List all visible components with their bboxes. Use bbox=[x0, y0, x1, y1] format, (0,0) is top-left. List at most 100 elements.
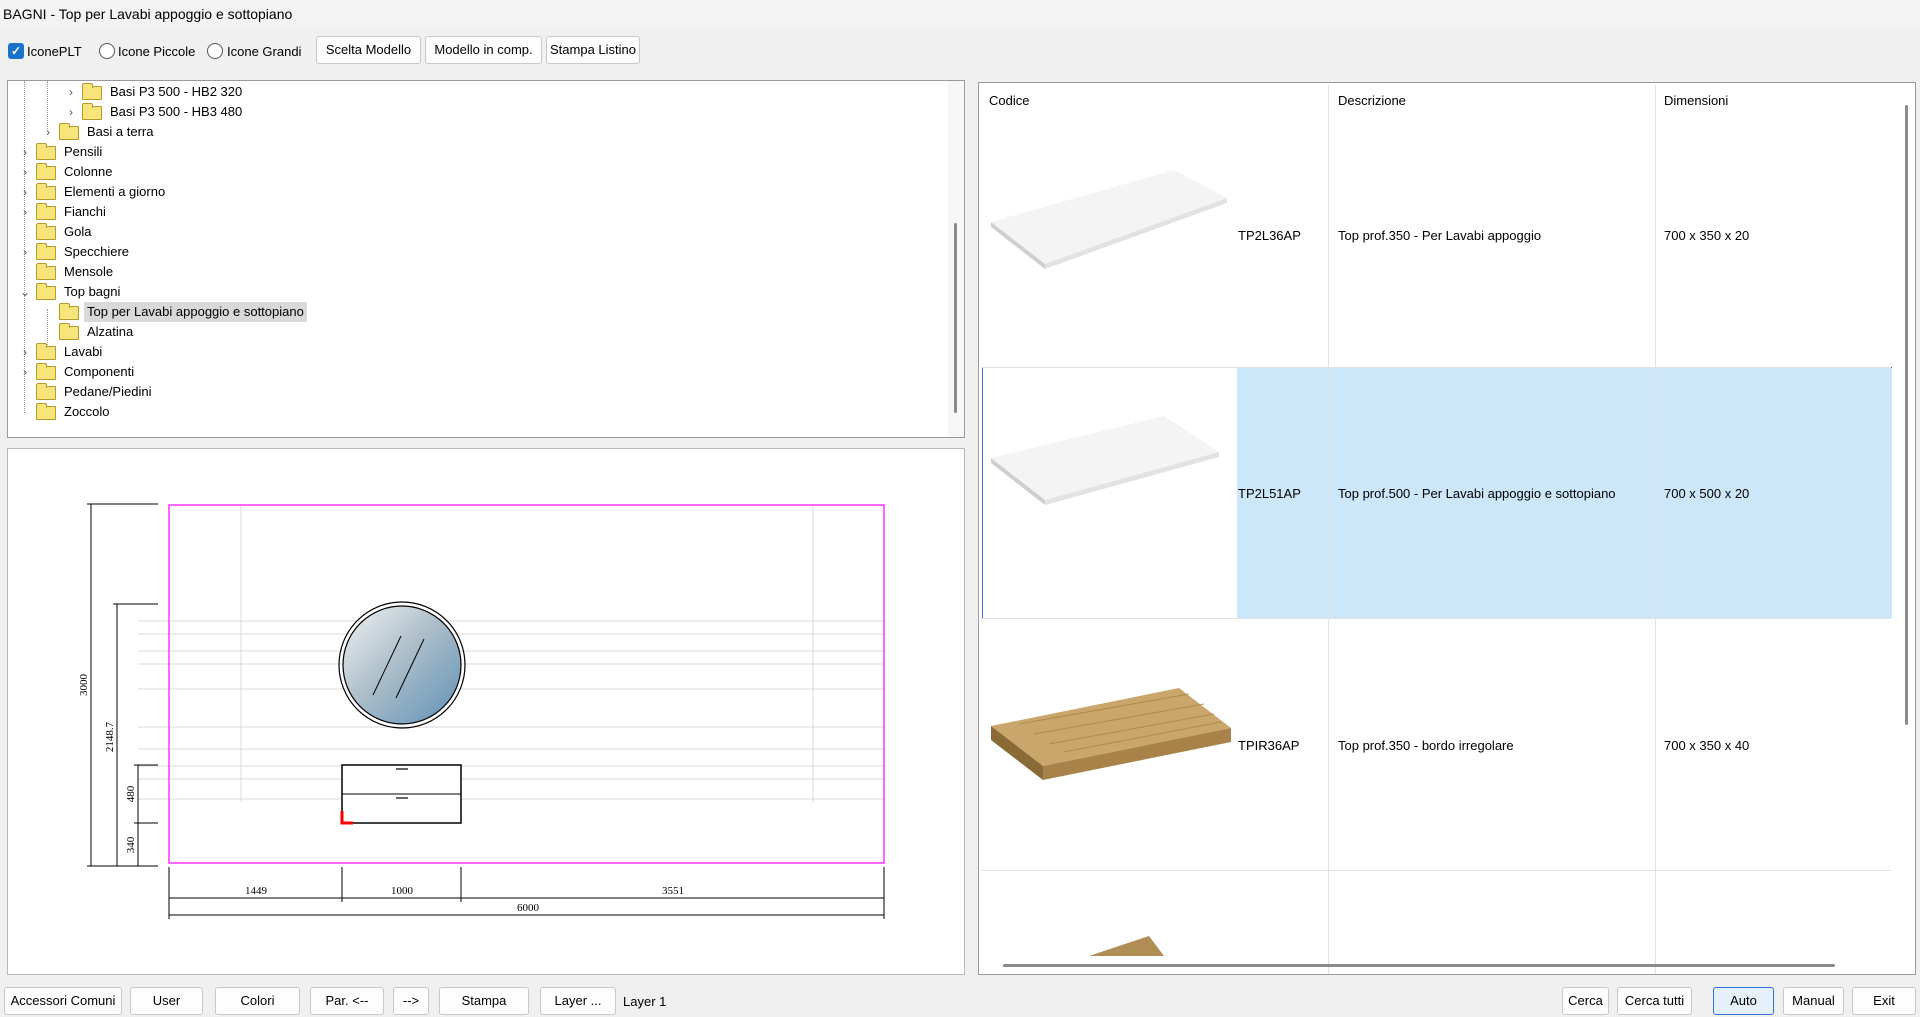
toolbar: ✓ IconePLT Icone Piccole Icone Grandi Sc… bbox=[0, 30, 1920, 72]
tree-item-label: Top bagni bbox=[64, 284, 121, 299]
next-button[interactable]: --> bbox=[393, 987, 429, 1015]
row-divider bbox=[981, 367, 1891, 368]
dim-width-left: 1449 bbox=[245, 885, 268, 897]
scelta-modello-button[interactable]: Scelta Modello bbox=[316, 36, 421, 64]
cell-descrizione: Top prof.500 - Per Lavabi appoggio e sot… bbox=[1338, 486, 1616, 501]
product-thumbnail bbox=[991, 416, 1219, 505]
folder-icon bbox=[59, 303, 79, 320]
tree-item-label: Fianchi bbox=[64, 204, 106, 219]
dim-height-mirror: 2148.7 bbox=[104, 721, 116, 752]
folder-icon bbox=[59, 323, 79, 340]
guide-lines bbox=[138, 504, 884, 802]
chevron-right-icon[interactable]: › bbox=[64, 102, 78, 122]
tree-item-label: Pedane/Piedini bbox=[64, 384, 152, 399]
cell-dimensioni: 700 x 350 x 40 bbox=[1664, 738, 1750, 753]
cell-codice: TPIR36AP bbox=[1238, 738, 1300, 753]
cerca-tutti-button[interactable]: Cerca tutti bbox=[1617, 987, 1692, 1015]
tree-item-label: Basi P3 500 - HB2 320 bbox=[110, 84, 243, 99]
chevron-right-icon[interactable]: › bbox=[64, 82, 78, 102]
dim-width-right: 3551 bbox=[662, 885, 684, 897]
chevron-right-icon[interactable]: › bbox=[18, 242, 32, 262]
tree-item-label: Componenti bbox=[64, 364, 135, 379]
chevron-down-icon[interactable]: ⌄ bbox=[18, 282, 32, 302]
chevron-right-icon[interactable]: › bbox=[18, 162, 32, 182]
wall-outline bbox=[168, 504, 885, 864]
tree-item-label: Zoccolo bbox=[64, 404, 110, 419]
folder-icon bbox=[36, 383, 56, 400]
cell-codice: TP2L36AP bbox=[1238, 228, 1301, 243]
tree-scrollbar-thumb[interactable] bbox=[954, 223, 957, 413]
product-thumbnail bbox=[991, 170, 1227, 269]
row-divider bbox=[981, 618, 1891, 619]
elevation-drawing: 3000 2148.7 480 340 1449 1000 3551 6000 bbox=[78, 503, 885, 919]
tree-item-label: Lavabi bbox=[64, 344, 103, 359]
exit-button[interactable]: Exit bbox=[1852, 987, 1916, 1015]
grid-horizontal-scrollbar-thumb[interactable] bbox=[1003, 964, 1835, 967]
column-divider bbox=[1328, 85, 1329, 974]
folder-icon bbox=[36, 403, 56, 420]
dim-width-cabinet: 1000 bbox=[391, 885, 414, 897]
vanity-cabinet bbox=[341, 764, 462, 824]
folder-icon bbox=[36, 163, 56, 180]
tree-scrollbar[interactable] bbox=[948, 81, 964, 437]
icone-grandi-label: Icone Grandi bbox=[227, 44, 302, 59]
grid-horizontal-scrollbar[interactable] bbox=[979, 956, 1899, 974]
chevron-right-icon[interactable]: › bbox=[41, 122, 55, 142]
folder-icon bbox=[59, 123, 79, 140]
tree-item-label: Alzatina bbox=[87, 324, 134, 339]
cell-descrizione: Top prof.350 - Per Lavabi appoggio bbox=[1338, 228, 1542, 243]
folder-icon bbox=[36, 243, 56, 260]
product-thumbnail-partial bbox=[1089, 936, 1164, 956]
chevron-right-icon[interactable]: › bbox=[18, 342, 32, 362]
header-codice[interactable]: Codice bbox=[989, 93, 1029, 108]
cell-codice: TP2L51AP bbox=[1238, 486, 1301, 501]
dim-height-base: 340 bbox=[125, 836, 137, 853]
manual-button[interactable]: Manual bbox=[1783, 987, 1844, 1015]
dim-height-cabinet: 480 bbox=[125, 785, 137, 802]
model-grid[interactable]: Codice Descrizione Dimensioni TP2L36AP T… bbox=[978, 82, 1916, 975]
icone-plt-checkbox[interactable]: ✓ bbox=[8, 43, 24, 59]
tree-item-label: Pensili bbox=[64, 144, 103, 159]
product-thumbnail bbox=[991, 688, 1231, 780]
bottom-toolbar: Accessori Comuni User Colori Par. <-- --… bbox=[0, 985, 1920, 1017]
header-dimensioni[interactable]: Dimensioni bbox=[1664, 93, 1728, 108]
folder-icon bbox=[36, 363, 56, 380]
cell-descrizione: Top prof.350 - bordo irregolare bbox=[1338, 738, 1514, 753]
icone-piccole-label: Icone Piccole bbox=[118, 44, 196, 59]
category-tree[interactable]: › Basi P3 500 - HB2 320 › Basi P3 500 - … bbox=[7, 80, 965, 438]
chevron-right-icon[interactable]: › bbox=[18, 182, 32, 202]
folder-icon bbox=[82, 103, 102, 120]
column-divider bbox=[1655, 85, 1656, 974]
drawing-preview: 3000 2148.7 480 340 1449 1000 3551 6000 bbox=[7, 448, 965, 975]
colori-button[interactable]: Colori bbox=[215, 987, 300, 1015]
user-button[interactable]: User bbox=[130, 987, 203, 1015]
tree-item-label: Specchiere bbox=[64, 244, 130, 259]
icone-piccole-radio[interactable] bbox=[99, 43, 115, 59]
chevron-right-icon[interactable]: › bbox=[18, 142, 32, 162]
par-prev-button[interactable]: Par. <-- bbox=[310, 987, 384, 1015]
folder-icon bbox=[36, 223, 56, 240]
folder-icon bbox=[36, 263, 56, 280]
row-divider bbox=[981, 870, 1891, 871]
icone-grandi-radio[interactable] bbox=[207, 43, 223, 59]
cerca-button[interactable]: Cerca bbox=[1562, 987, 1609, 1015]
tree-item-label: Basi a terra bbox=[87, 124, 154, 139]
chevron-right-icon[interactable]: › bbox=[18, 362, 32, 382]
cell-dimensioni: 700 x 350 x 20 bbox=[1664, 228, 1750, 243]
tree-item-label: Elementi a giorno bbox=[64, 184, 166, 199]
tree-item-label: Mensole bbox=[64, 264, 114, 279]
folder-icon bbox=[36, 203, 56, 220]
auto-button[interactable]: Auto bbox=[1713, 987, 1774, 1015]
grid-vertical-scrollbar-thumb[interactable] bbox=[1905, 105, 1908, 725]
tree-item-label: Basi P3 500 - HB3 480 bbox=[110, 104, 243, 119]
stampa-listino-button[interactable]: Stampa Listino bbox=[546, 36, 640, 64]
stampa-button[interactable]: Stampa bbox=[439, 987, 529, 1015]
grid-vertical-scrollbar[interactable] bbox=[1899, 83, 1915, 974]
tree-item-label: Gola bbox=[64, 224, 92, 239]
layer-status: Layer 1 bbox=[623, 994, 667, 1009]
accessori-comuni-button[interactable]: Accessori Comuni bbox=[4, 987, 122, 1015]
header-descrizione[interactable]: Descrizione bbox=[1338, 93, 1406, 108]
chevron-right-icon[interactable]: › bbox=[18, 202, 32, 222]
modello-in-comp-button[interactable]: Modello in comp. bbox=[425, 36, 542, 64]
layer-button[interactable]: Layer ... bbox=[540, 987, 616, 1015]
